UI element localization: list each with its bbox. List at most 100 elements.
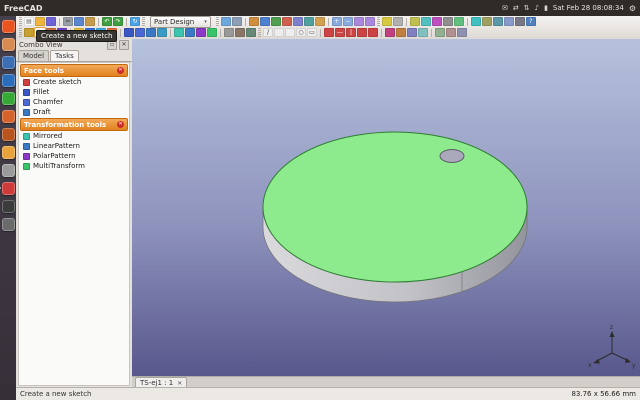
toolbar-drag-handle[interactable] [258,28,261,37]
document-tab-close-icon[interactable]: ✕ [177,380,182,387]
draw-style-icon[interactable] [232,17,242,26]
task-panel-header[interactable]: Face tools✕ [20,64,128,77]
sketch-circle-icon[interactable]: ○ [296,28,306,37]
paste-icon[interactable] [85,17,95,26]
undo-icon[interactable]: ↶ [102,17,112,26]
cut-icon[interactable]: ✂ [63,17,73,26]
part-box-icon[interactable] [396,28,406,37]
session-menu-icon[interactable]: ⚙ [629,4,636,13]
launcher-freecad-icon[interactable] [2,182,15,195]
sketch-polyline-icon[interactable] [274,28,284,37]
task-panel-header[interactable]: Transformation tools✕ [20,118,128,131]
volume-indicator-icon[interactable]: ♪ [535,0,539,16]
toolbar-drag-handle[interactable] [19,28,22,37]
mail-indicator-icon[interactable]: ✉ [502,0,508,16]
linear-pattern-icon[interactable] [185,28,195,37]
view-isometric-icon[interactable] [249,17,259,26]
toolbar-drag-handle[interactable] [142,17,145,26]
constraint-lock-icon[interactable] [368,28,378,37]
refresh-icon[interactable]: ↻ [130,17,140,26]
check-geometry-icon[interactable] [471,17,481,26]
shaft-wizard-icon[interactable] [235,28,245,37]
appearance-icon[interactable] [493,17,503,26]
zoom-in-icon[interactable]: + [332,17,342,26]
whats-this-icon[interactable]: ? [526,17,536,26]
open-document-icon[interactable] [35,17,45,26]
measure-clear-icon[interactable] [393,17,403,26]
panel-close-icon[interactable]: ✕ [117,67,124,74]
3d-viewport-canvas[interactable]: z x y [132,39,640,377]
panel-close-icon[interactable]: ✕ [117,121,124,128]
boolean-icon[interactable] [385,28,395,37]
clock[interactable]: Sat Feb 28 08:08:34 [553,4,624,12]
view-rear-icon[interactable] [293,17,303,26]
polar-pattern-icon[interactable] [196,28,206,37]
fit-all-icon[interactable] [221,17,231,26]
network-indicator-icon[interactable]: ⇅ [524,0,530,16]
axis-cross-icon[interactable] [515,17,525,26]
task-item-draft[interactable]: Draft [19,107,129,117]
copy-icon[interactable] [74,17,84,26]
create-body-icon[interactable] [24,28,34,37]
fillet-icon[interactable] [124,28,134,37]
launcher-libreoffice-impress-icon[interactable] [2,110,15,123]
task-item-linear-pattern[interactable]: LinearPattern [19,141,129,151]
measure-distance-icon[interactable] [382,17,392,26]
thickness-icon[interactable] [157,28,167,37]
toggle-grid-icon[interactable] [435,28,445,37]
datum-plane-icon[interactable] [410,17,420,26]
new-document-icon[interactable]: ▤ [24,17,34,26]
launcher-trash-icon[interactable] [2,218,15,231]
view-top-icon[interactable] [271,17,281,26]
toggle-snap-icon[interactable] [446,28,456,37]
launcher-ubuntu-software-icon[interactable] [2,128,15,141]
launcher-libreoffice-writer-icon[interactable] [2,74,15,87]
sketch-line-icon[interactable]: / [263,28,273,37]
launcher-terminal-icon[interactable] [2,200,15,213]
launcher-amazon-icon[interactable] [2,146,15,159]
defeaturing-icon[interactable] [482,17,492,26]
mirrored-icon[interactable] [174,28,184,37]
render-quality-icon[interactable] [457,28,467,37]
transparency-icon[interactable] [504,17,514,26]
migrate-icon[interactable] [224,28,234,37]
sketch-rectangle-icon[interactable]: ▭ [307,28,317,37]
task-item-polar-pattern[interactable]: PolarPattern [19,151,129,161]
view-bottom-icon[interactable] [304,17,314,26]
tab-model[interactable]: Model [18,50,49,61]
3d-viewport[interactable]: z x y [132,39,640,377]
task-item-create-sketch[interactable]: Create sketch [19,77,129,87]
rotate-left-icon[interactable] [354,17,364,26]
draft-icon[interactable] [146,28,156,37]
close-dock-icon[interactable]: ✕ [119,40,129,50]
part-sphere-icon[interactable] [418,28,428,37]
task-item-multitransform[interactable]: MultiTransform [19,161,129,171]
datum-point-icon[interactable] [432,17,442,26]
redo-icon[interactable]: ↷ [113,17,123,26]
constraint-coincident-icon[interactable] [324,28,334,37]
toolbar-drag-handle[interactable] [377,17,380,26]
launcher-libreoffice-calc-icon[interactable] [2,92,15,105]
part-cylinder-icon[interactable] [407,28,417,37]
rotate-right-icon[interactable] [365,17,375,26]
toolbar-drag-handle[interactable] [216,17,219,26]
toolbar-drag-handle[interactable] [19,17,22,26]
bluetooth-indicator-icon[interactable]: ⇄ [513,0,519,16]
launcher-system-settings-icon[interactable] [2,164,15,177]
workbench-selector[interactable]: Part Design▾ [150,16,211,28]
save-document-icon[interactable] [46,17,56,26]
view-front-icon[interactable] [260,17,270,26]
clone-icon[interactable] [443,17,453,26]
shape-binder-icon[interactable] [454,17,464,26]
datum-line-icon[interactable] [421,17,431,26]
constraint-horizontal-icon[interactable]: — [335,28,345,37]
launcher-files-icon[interactable] [2,38,15,51]
view-left-icon[interactable] [315,17,325,26]
launcher-dash-home-icon[interactable] [2,20,15,33]
task-item-fillet[interactable]: Fillet [19,87,129,97]
sketch-arc-icon[interactable] [285,28,295,37]
tab-tasks[interactable]: Tasks [50,50,79,61]
view-right-icon[interactable] [282,17,292,26]
task-item-mirrored[interactable]: Mirrored [19,131,129,141]
appmenu-title[interactable]: FreeCAD [4,4,42,13]
